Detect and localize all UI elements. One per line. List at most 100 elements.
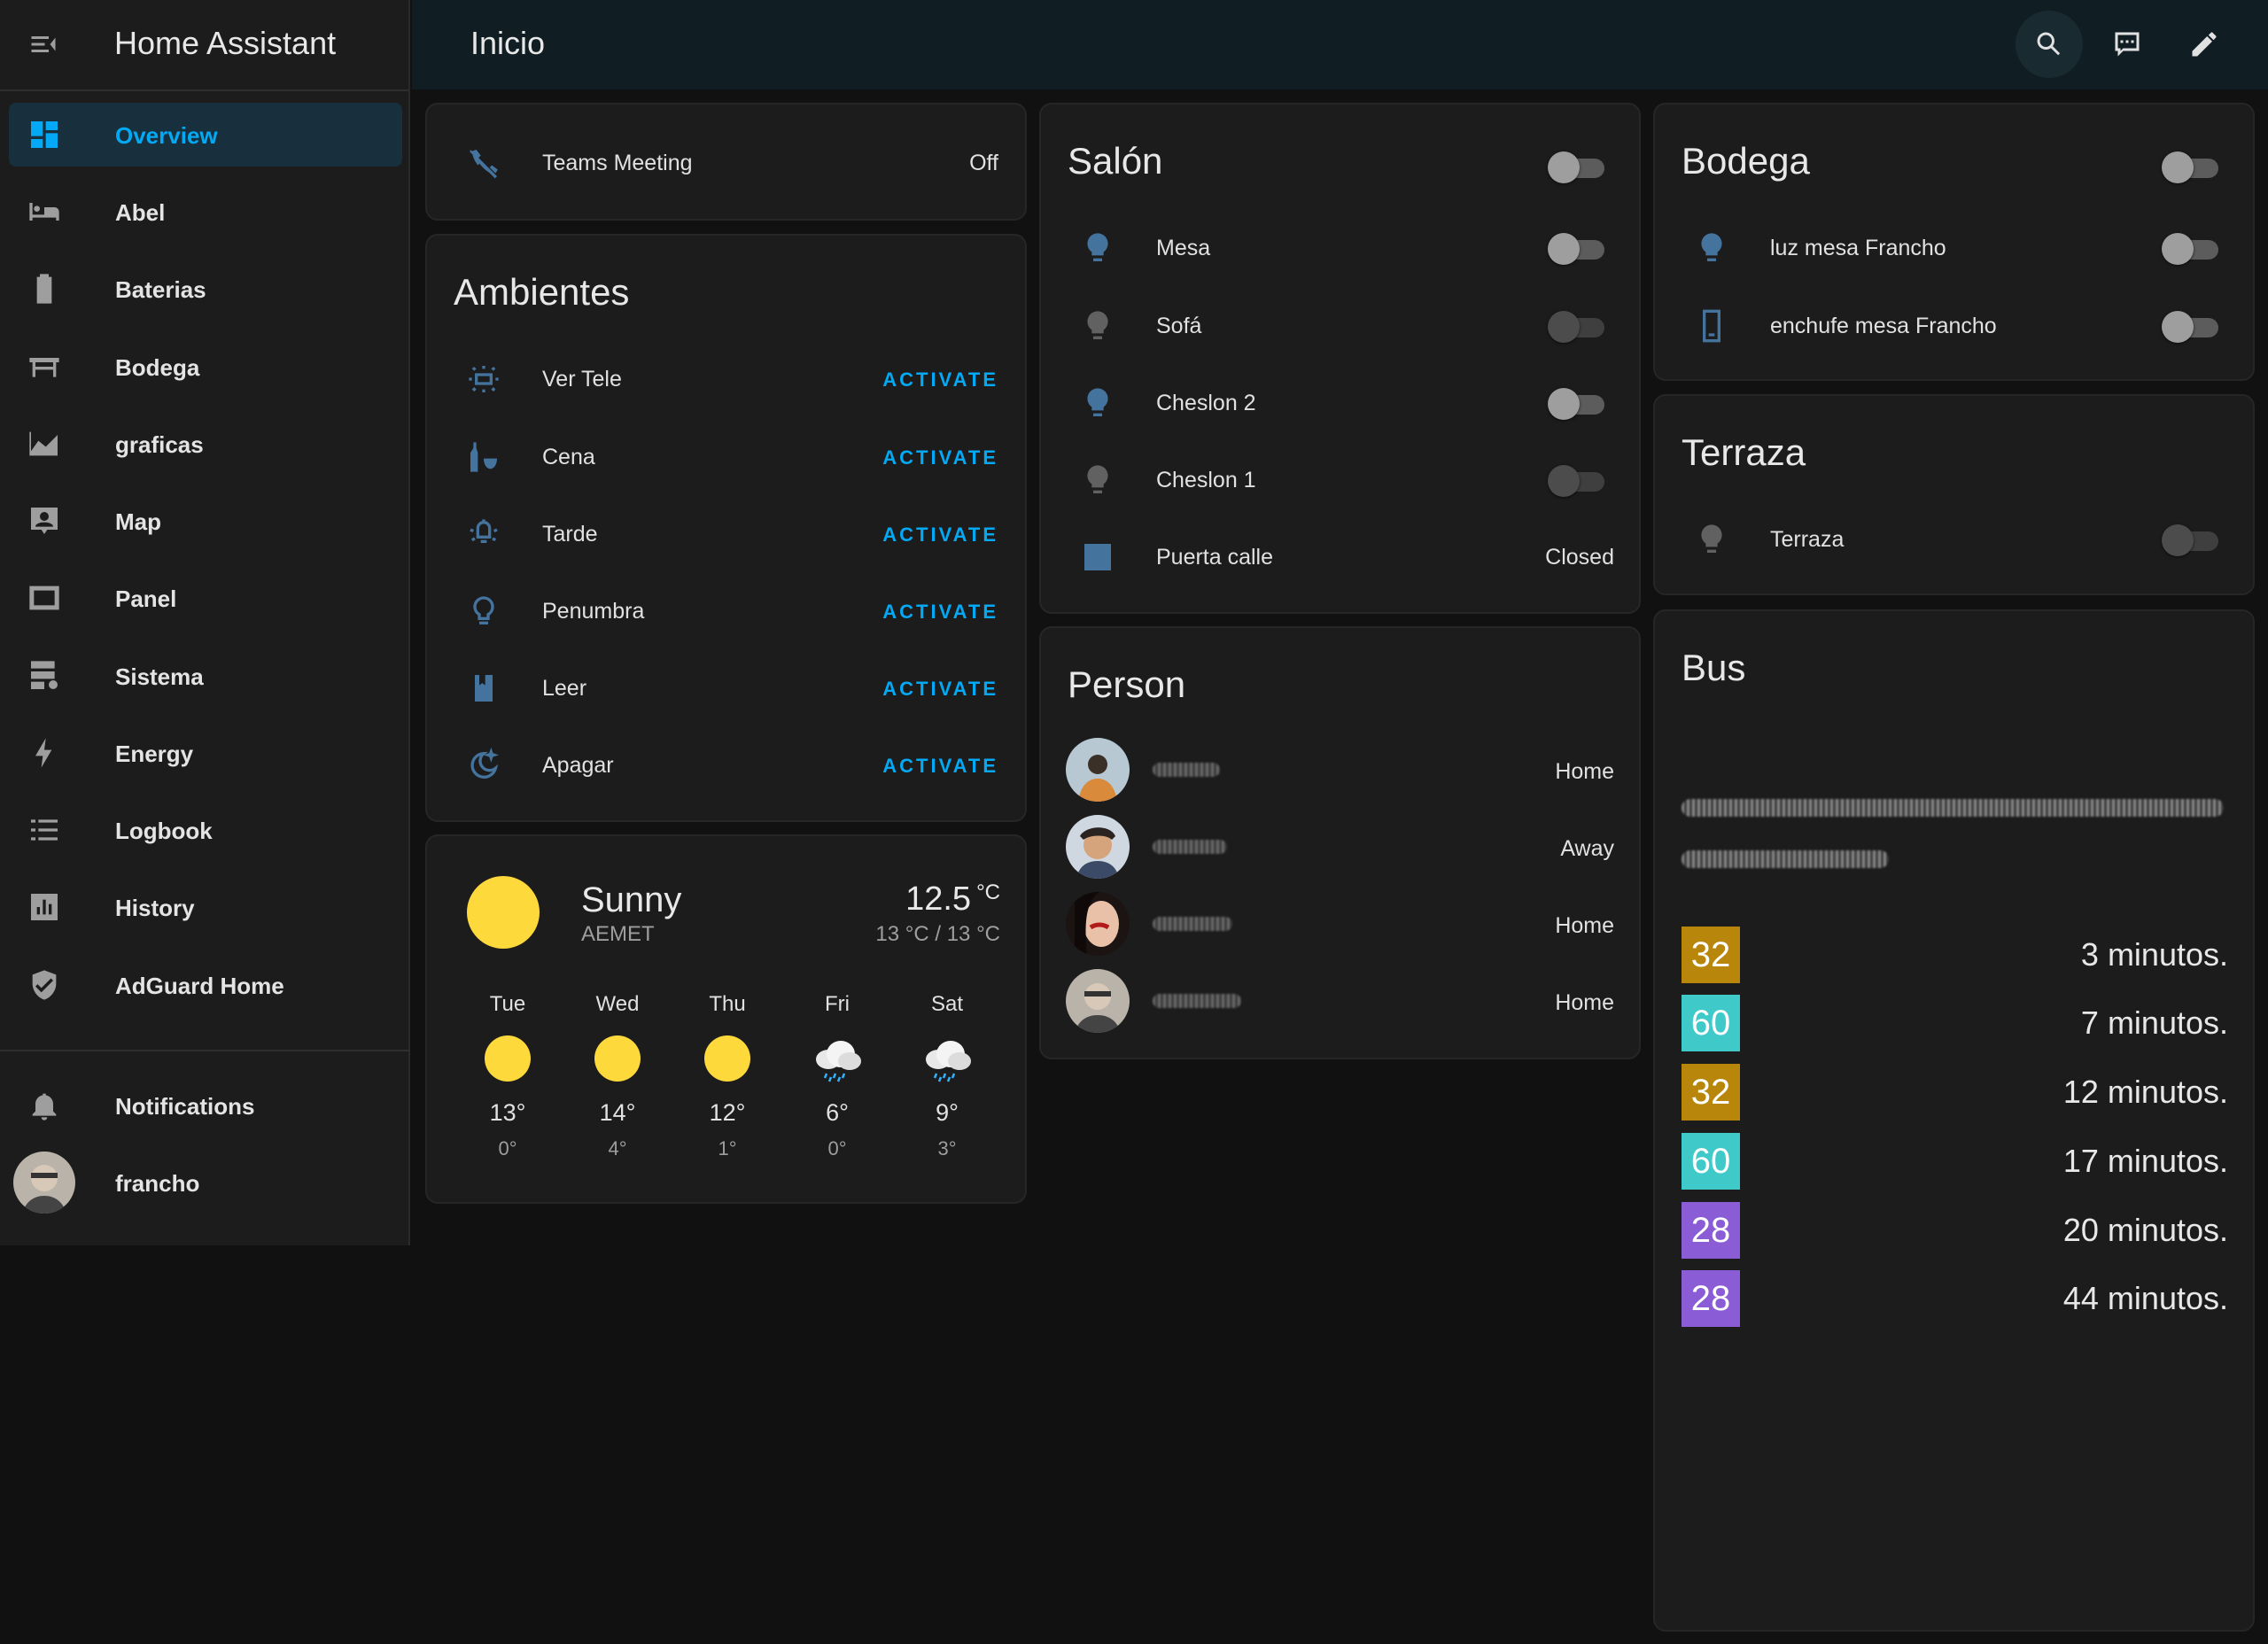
sidebar-divider	[0, 1050, 410, 1051]
forecast-day: Sat 9° 3°	[903, 992, 991, 1160]
entity-label[interactable]: Terraza	[1770, 527, 1844, 553]
avatar[interactable]	[1066, 969, 1130, 1033]
card-title: Bodega	[1682, 140, 1810, 182]
scene-label: Tarde	[542, 522, 598, 547]
door-square-icon	[1084, 544, 1111, 570]
mesa-toggle[interactable]	[1548, 229, 1606, 265]
forecast-day: Tue 13° 0°	[463, 992, 552, 1160]
comment-processing-icon	[2115, 32, 2140, 57]
sidebar-item-overview[interactable]: Overview	[9, 103, 402, 167]
sidebar-item-label: graficas	[115, 431, 204, 458]
lightbulb-outline-icon	[473, 596, 494, 624]
salon-group-toggle[interactable]	[1548, 148, 1606, 183]
edit-dashboard-button[interactable]	[2171, 11, 2238, 78]
sidebar-item-energy[interactable]: Energy	[9, 721, 402, 785]
sidebar-item-bodega[interactable]: Bodega	[9, 335, 402, 399]
terraza-card: Terraza Terraza	[1653, 394, 2255, 595]
person-state: Away	[1560, 836, 1614, 861]
account-box-icon	[31, 508, 58, 534]
activate-button[interactable]: ACTIVATE	[882, 368, 998, 392]
forecast-day: Wed 14° 4°	[573, 992, 662, 1160]
sidebar-item-baterias[interactable]: Baterias	[9, 257, 402, 321]
person-state: Home	[1555, 913, 1614, 938]
cheslon-1-toggle[interactable]	[1548, 461, 1606, 497]
scene-label: Ver Tele	[542, 367, 622, 392]
bus-line-badge: 32	[1682, 927, 1740, 983]
activate-button[interactable]: ACTIVATE	[882, 601, 998, 624]
weather-forecast-card[interactable]: Sunny AEMET 12.5 °C 13 °C / 13 °C Tue 13°…	[425, 834, 1027, 1204]
forecast-day-name: Thu	[709, 992, 746, 1016]
ceiling-light-icon	[470, 519, 498, 543]
activate-button[interactable]: ACTIVATE	[882, 446, 998, 469]
card-title: Person	[1068, 663, 1186, 705]
sidebar-item-logbook[interactable]: Logbook	[9, 798, 402, 862]
sidebar-item-label: Notifications	[115, 1093, 255, 1120]
forecast-day-name: Tue	[489, 992, 526, 1016]
avatar[interactable]	[1066, 815, 1130, 879]
entity-label[interactable]: Cheslon 2	[1156, 391, 1256, 416]
temperature-value: 12.5	[905, 880, 972, 918]
rainy-icon	[926, 1041, 971, 1082]
assist-button[interactable]	[2093, 11, 2161, 78]
entity-label[interactable]: Mesa	[1156, 236, 1210, 261]
entity-label[interactable]: Sofá	[1156, 314, 1201, 339]
top-app-bar: Inicio	[412, 0, 2268, 89]
sidebar-item-notifications[interactable]: Notifications	[9, 1074, 402, 1137]
forecast-high: 6°	[826, 1099, 849, 1126]
entity-label[interactable]: Puerta calle	[1156, 545, 1273, 570]
cheslon-2-toggle[interactable]	[1548, 384, 1606, 420]
sidebar-item-history[interactable]: History	[9, 875, 402, 939]
sidebar-item-label: Bodega	[115, 354, 200, 381]
sidebar-item-map[interactable]: Map	[9, 489, 402, 553]
activate-button[interactable]: ACTIVATE	[882, 755, 998, 778]
sofa-toggle[interactable]	[1548, 307, 1606, 343]
luz-mesa-francho-toggle[interactable]	[2162, 229, 2220, 265]
television-ambient-light-icon	[469, 366, 499, 392]
scene-label: Apagar	[542, 753, 614, 778]
activate-button[interactable]: ACTIVATE	[882, 523, 998, 547]
redacted-name	[1153, 994, 1241, 1008]
entity-label[interactable]: Cheslon 1	[1156, 468, 1256, 493]
teams-meeting-label: Teams Meeting	[542, 151, 693, 175]
search-button[interactable]	[2016, 11, 2083, 78]
entity-label[interactable]: luz mesa Francho	[1770, 236, 1946, 261]
shield-check-icon	[32, 970, 57, 1000]
entity-label[interactable]: enchufe mesa Francho	[1770, 314, 1997, 339]
bed-icon	[29, 203, 59, 221]
sidebar-item-graficas[interactable]: graficas	[9, 412, 402, 476]
bodega-group-toggle[interactable]	[2162, 148, 2220, 183]
book-icon	[475, 675, 493, 702]
monitor-frame-icon	[29, 585, 59, 610]
activate-button[interactable]: ACTIVATE	[882, 678, 998, 701]
bus-line-badge: 28	[1682, 1270, 1740, 1327]
cellphone-icon	[1703, 309, 1720, 343]
person-card: Person Home Away Home Home	[1039, 626, 1641, 1059]
pencil-icon	[2192, 32, 2217, 57]
forecast-high: 9°	[936, 1099, 959, 1126]
sidebar-item-label: Logbook	[115, 818, 213, 844]
avatar[interactable]	[13, 1152, 75, 1214]
bus-line-badge: 28	[1682, 1202, 1740, 1259]
sidebar-item-label: francho	[115, 1170, 200, 1197]
bodega-card: Bodega luz mesa Francho enchufe mesa Fra…	[1653, 103, 2255, 381]
menu-collapse-icon[interactable]	[27, 28, 59, 60]
person-state: Home	[1555, 990, 1614, 1015]
enchufe-mesa-francho-toggle[interactable]	[2162, 307, 2220, 343]
sidebar-item-adguard-home[interactable]: AdGuard Home	[9, 953, 402, 1017]
server-settings-icon	[31, 661, 58, 689]
bell-icon	[32, 1093, 57, 1121]
card-title: Salón	[1068, 140, 1163, 182]
sidebar-item-label: Sistema	[115, 663, 204, 690]
sidebar-item-panel[interactable]: Panel	[9, 566, 402, 630]
sidebar-item-sistema[interactable]: Sistema	[9, 644, 402, 708]
forecast-high: 14°	[599, 1099, 636, 1126]
avatar[interactable]	[1066, 738, 1130, 802]
avatar[interactable]	[1066, 892, 1130, 956]
terraza-toggle[interactable]	[2162, 521, 2220, 556]
sunny-icon	[704, 1035, 750, 1082]
sidebar-item-abel[interactable]: Abel	[9, 180, 402, 244]
sidebar: Home Assistant Overview Abel Baterias Bo…	[0, 0, 410, 1245]
forecast-day: Thu 12° 1°	[683, 992, 772, 1160]
app-title: Home Assistant	[114, 25, 337, 61]
lightbulb-icon	[1087, 233, 1108, 261]
